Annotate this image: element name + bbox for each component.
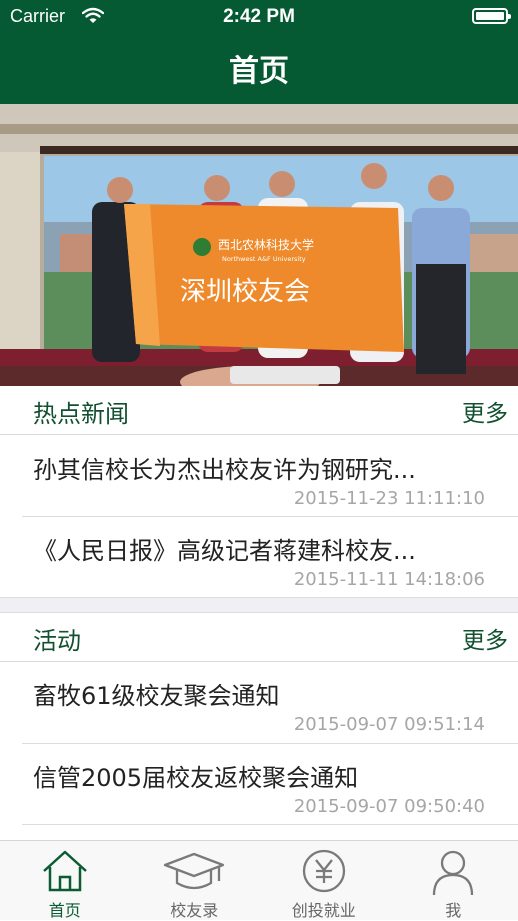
activity-item-date: 2015-09-07 09:51:14 (294, 714, 485, 735)
tab-alumni-label: 校友录 (130, 897, 260, 921)
nav-header: Carrier 2:42 PM 首页 (0, 0, 518, 104)
person-icon (430, 849, 476, 901)
flag-university-text: 西北农林科技大学 (218, 237, 314, 252)
news-item-date: 2015-11-23 11:11:10 (294, 488, 485, 509)
battery-icon (472, 8, 508, 24)
banner-carousel[interactable]: 西北农林科技大学 Northwest A&F University 深圳校友会 (0, 104, 518, 386)
tab-bar: 首页 校友录 创投就业 我 (0, 840, 518, 920)
tab-venture-label: 创投就业 (259, 897, 389, 921)
banner-photo: 西北农林科技大学 Northwest A&F University 深圳校友会 (0, 104, 518, 386)
news-section-title: 热点新闻 (33, 394, 129, 429)
news-list-item[interactable]: 《人民日报》高级记者蒋建科校友... 2015-11-11 14:18:06 (0, 517, 518, 597)
activity-item-date: 2015-09-07 09:50:40 (294, 796, 485, 817)
status-time: 2:42 PM (0, 6, 518, 28)
activity-item-title: 畜牧61级校友聚会通知 (33, 676, 478, 711)
yuan-coin-icon (301, 849, 347, 897)
tab-me-label: 我 (389, 897, 518, 921)
home-icon (41, 849, 89, 897)
tab-me[interactable]: 我 (389, 841, 518, 920)
news-more-link[interactable]: 更多 (462, 394, 508, 428)
news-item-date: 2015-11-11 14:18:06 (294, 569, 485, 590)
flag-university-en-text: Northwest A&F University (222, 255, 306, 263)
page-title: 首页 (0, 46, 518, 90)
section-gap (0, 597, 518, 613)
status-bar: Carrier 2:42 PM (0, 0, 518, 34)
activity-more-link[interactable]: 更多 (462, 621, 508, 655)
news-list-item[interactable]: 孙其信校长为杰出校友许为钢研究... 2015-11-23 11:11:10 (0, 436, 518, 516)
tab-home-label: 首页 (0, 897, 130, 921)
activity-list-item[interactable]: 畜牧61级校友聚会通知 2015-09-07 09:51:14 (0, 662, 518, 742)
tab-home[interactable]: 首页 (0, 841, 130, 920)
activity-section-title: 活动 (33, 621, 81, 656)
list-divider (22, 824, 518, 825)
tab-venture[interactable]: 创投就业 (259, 841, 389, 920)
activity-section-header: 活动 更多 (0, 613, 518, 662)
news-item-title: 《人民日报》高级记者蒋建科校友... (33, 531, 478, 566)
news-item-title: 孙其信校长为杰出校友许为钢研究... (33, 450, 478, 485)
flag-text: 深圳校友会 (180, 277, 310, 307)
activity-list-item[interactable]: 信管2005届校友返校聚会通知 2015-09-07 09:50:40 (0, 744, 518, 824)
activity-item-title: 信管2005届校友返校聚会通知 (33, 758, 478, 793)
news-section-header: 热点新闻 更多 (0, 386, 518, 435)
graduation-cap-icon (163, 849, 225, 897)
tab-alumni[interactable]: 校友录 (130, 841, 260, 920)
